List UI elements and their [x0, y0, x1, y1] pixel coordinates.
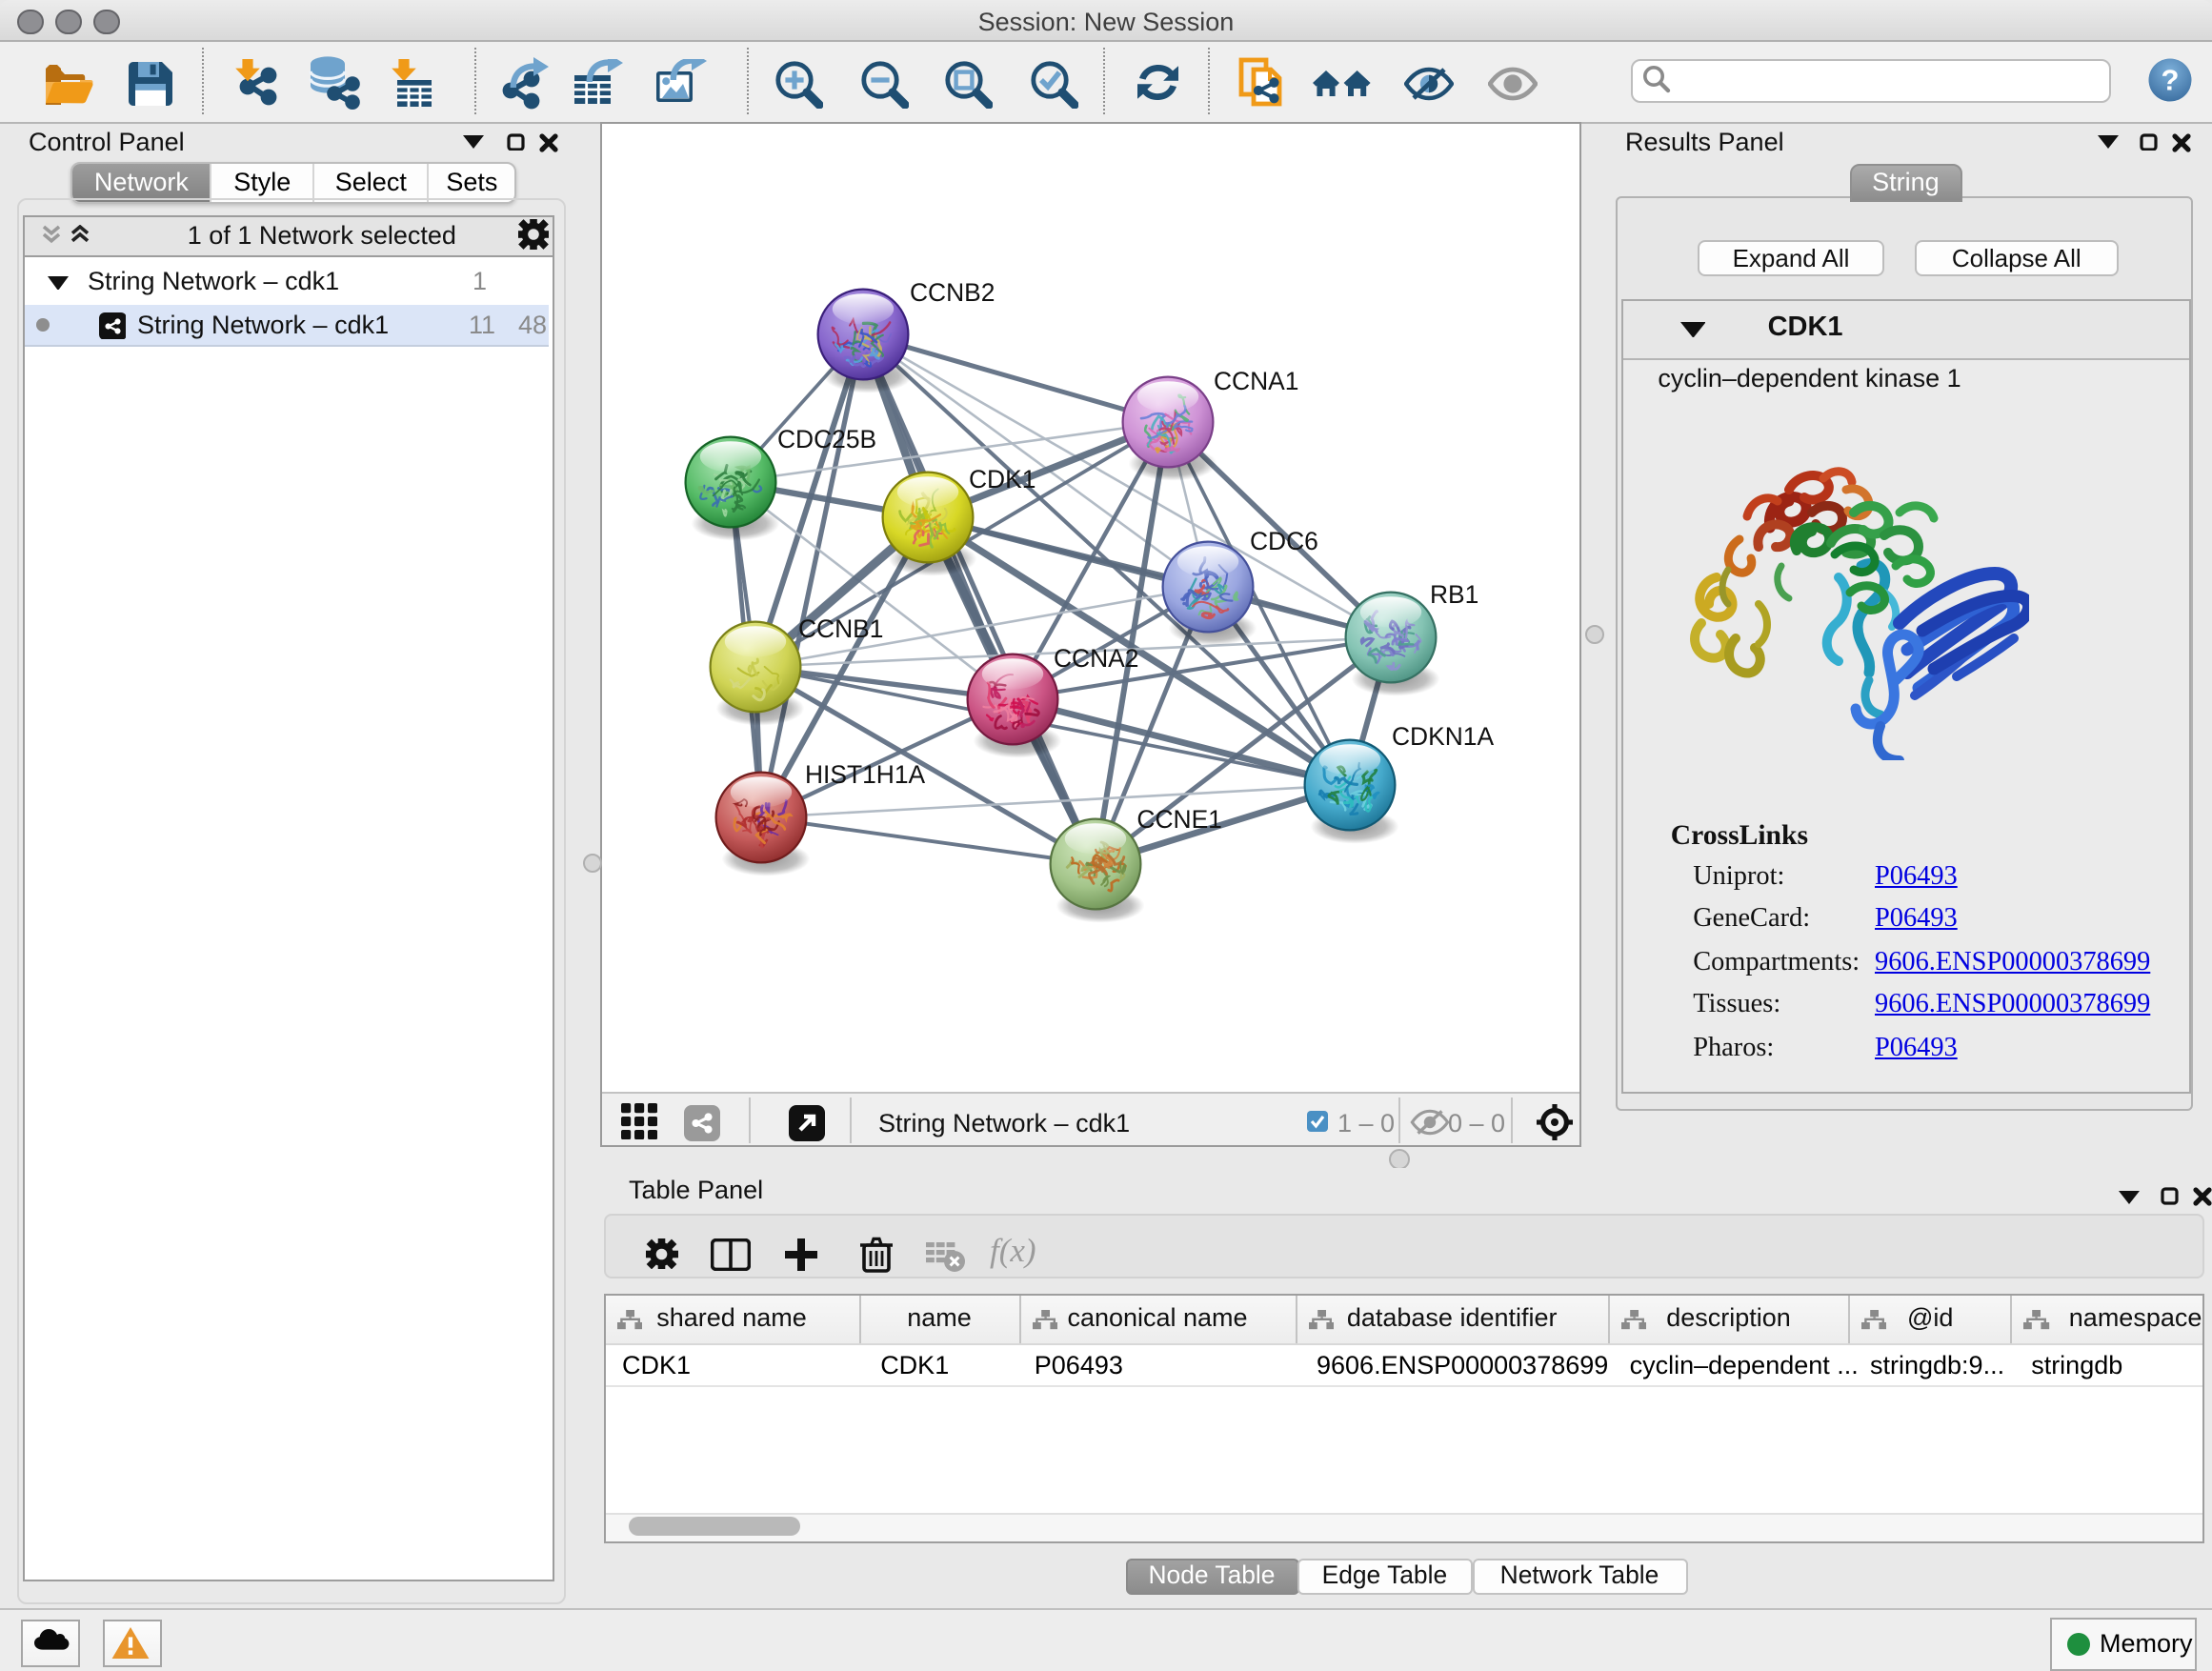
svg-text:CDK1: CDK1: [968, 465, 1035, 493]
svg-text:?: ?: [2162, 63, 2180, 96]
svg-text:CDC25B: CDC25B: [776, 425, 875, 453]
svg-text:HIST1H1A: HIST1H1A: [804, 760, 925, 789]
svg-text:CCNE1: CCNE1: [1136, 805, 1220, 834]
svg-text:CCNB1: CCNB1: [797, 614, 882, 643]
svg-text:CDC6: CDC6: [1249, 527, 1317, 555]
svg-text:CDKN1A: CDKN1A: [1391, 722, 1493, 751]
svg-text:CCNA2: CCNA2: [1053, 644, 1137, 673]
svg-text:CCNA1: CCNA1: [1213, 367, 1297, 395]
svg-text:CCNB2: CCNB2: [909, 278, 994, 307]
svg-text:RB1: RB1: [1429, 580, 1478, 609]
